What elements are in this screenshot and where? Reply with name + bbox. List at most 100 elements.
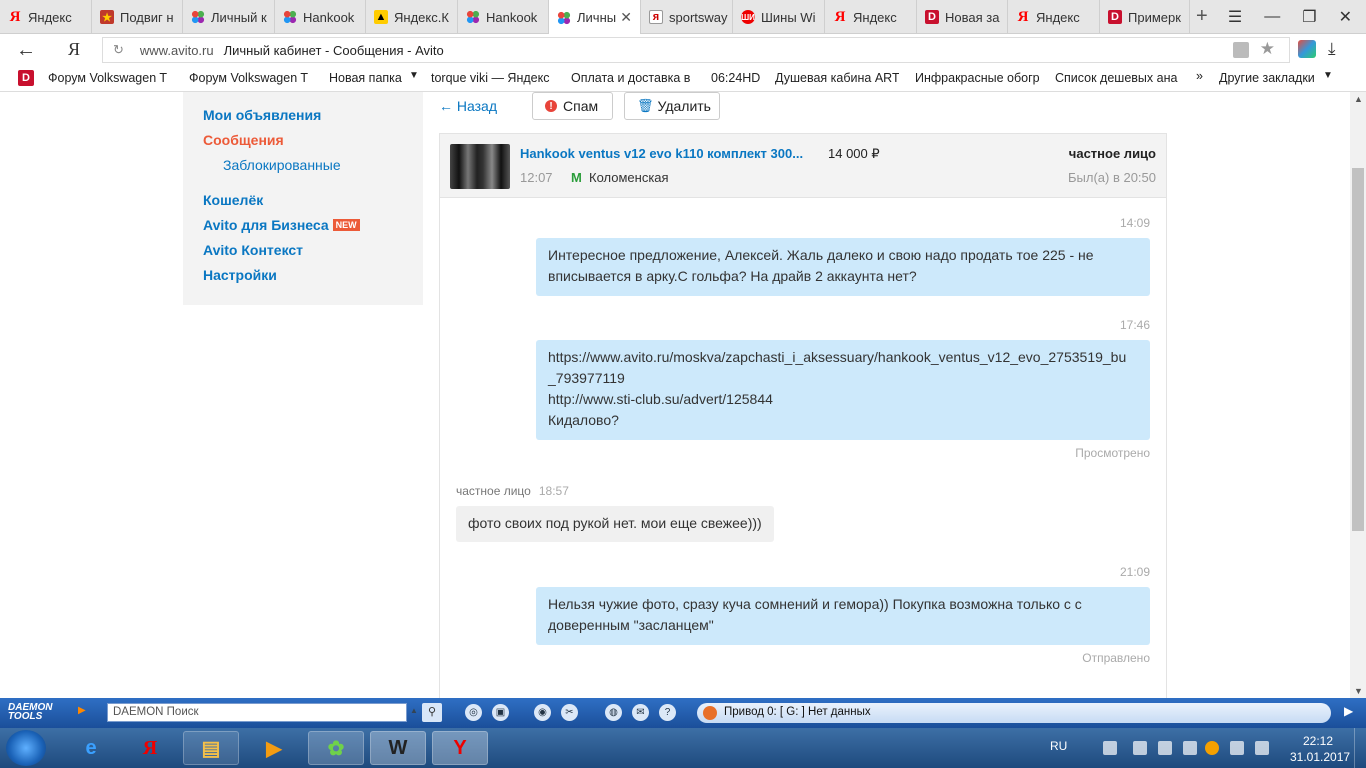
search-icon[interactable]: ⚲: [422, 703, 442, 722]
bookmark-item[interactable]: Форум Volkswagen T: [48, 71, 180, 85]
tray-flag-icon[interactable]: [1133, 741, 1147, 755]
bookmark-item[interactable]: 06:24HD: [711, 71, 771, 85]
ie-icon[interactable]: e: [63, 731, 119, 765]
mount-icon[interactable]: ◎: [465, 704, 482, 721]
tray-orange-icon[interactable]: [1205, 741, 1219, 755]
scrollbar-thumb[interactable]: [1352, 168, 1364, 531]
tab-tires[interactable]: ШИ Шины Wi: [733, 0, 825, 34]
tab-podvig[interactable]: ★ Подвиг н: [92, 0, 183, 34]
yandex-logo[interactable]: Я: [68, 39, 80, 60]
bookmark-item[interactable]: Оплата и доставка в: [571, 71, 691, 85]
url-field[interactable]: ↻ www.avito.ru Личный кабинет - Сообщени…: [102, 37, 1290, 63]
show-desktop-button[interactable]: [1354, 728, 1366, 768]
bookmark-item[interactable]: Инфракрасные обогр: [915, 71, 1039, 85]
tray-app-icon[interactable]: [1158, 741, 1172, 755]
ad-time: 12:07: [520, 170, 553, 185]
message-link[interactable]: https://www.avito.ru/moskva/zapchasti_i_…: [548, 347, 1138, 368]
bookmark-item[interactable]: Душевая кабина ART: [775, 71, 899, 85]
ad-title[interactable]: Hankook ventus v12 evo k110 комплект 300…: [520, 146, 810, 161]
star-icon[interactable]: ★: [1260, 39, 1275, 59]
sidebar-blocked[interactable]: Заблокированные: [223, 157, 341, 173]
explorer-icon[interactable]: ▤: [183, 731, 239, 765]
tab-hankook[interactable]: Hankook: [275, 0, 366, 34]
yandex-taskbar-icon[interactable]: Я: [122, 731, 178, 765]
clock[interactable]: 22:12 31.01.2017: [1290, 733, 1350, 765]
close-window-icon[interactable]: ✕: [1339, 7, 1352, 27]
message-status: Просмотрено: [1075, 446, 1150, 460]
globe-icon[interactable]: ◍: [605, 704, 622, 721]
back-arrow-icon[interactable]: ←: [16, 39, 36, 62]
tab-drive2-fit[interactable]: D Примерк: [1100, 0, 1190, 34]
delete-button[interactable]: 🗑 Удалить: [624, 92, 720, 120]
sidebar-messages[interactable]: Сообщения: [203, 132, 284, 148]
message-link[interactable]: http://www.sti-club.su/advert/125844: [548, 389, 1138, 410]
lock-icon[interactable]: [1233, 42, 1249, 58]
ad-thumbnail[interactable]: [450, 144, 510, 189]
message-time: 18:57: [538, 484, 569, 498]
icq-icon[interactable]: ✿: [308, 731, 364, 765]
drive2-bookmark-icon[interactable]: D: [18, 70, 34, 86]
restore-icon[interactable]: ❐: [1302, 7, 1316, 27]
tab-avito-messages[interactable]: Личны ✕: [549, 0, 641, 35]
tray-device-icon[interactable]: [1183, 741, 1197, 755]
close-tab-icon[interactable]: ✕: [620, 9, 632, 26]
bookmark-item[interactable]: torque viki — Яндекс: [431, 71, 555, 85]
disk-icon[interactable]: ▣: [492, 704, 509, 721]
tab-yandex[interactable]: Я Яндекс: [0, 0, 92, 34]
tab-sportsway[interactable]: я sportsway: [641, 0, 733, 34]
back-link[interactable]: ← Назад: [439, 98, 497, 114]
language-indicator[interactable]: RU: [1050, 739, 1067, 753]
network-icon[interactable]: [1230, 741, 1244, 755]
yandex-icon: Я: [9, 8, 21, 25]
tab-avito-cabinet[interactable]: Личный к: [183, 0, 275, 34]
message-time: 17:46: [1120, 318, 1151, 332]
sidebar-context[interactable]: Avito Контекст: [203, 242, 303, 258]
tab-yandex-maps[interactable]: ▲ Яндекс.К: [366, 0, 458, 34]
volume-icon[interactable]: [1255, 741, 1269, 755]
ad-header: Hankook ventus v12 evo k110 комплект 300…: [440, 134, 1166, 198]
bookmark-item[interactable]: Форум Volkswagen T: [189, 71, 313, 85]
tab-label: Новая за: [945, 9, 1000, 25]
sidebar-wallet[interactable]: Кошелёк: [203, 192, 263, 208]
extension-icon[interactable]: [1298, 40, 1316, 58]
other-bookmarks[interactable]: Другие закладки: [1219, 71, 1321, 85]
tab-yandex-2[interactable]: Я Яндекс: [825, 0, 917, 34]
sidebar-my-ads[interactable]: Мои объявления: [203, 107, 321, 123]
scroll-up-icon[interactable]: ▲: [1354, 94, 1363, 104]
yandex-browser-icon[interactable]: Y: [432, 731, 488, 765]
start-button[interactable]: [6, 730, 46, 766]
sidebar-settings[interactable]: Настройки: [203, 267, 277, 283]
new-tab-button[interactable]: +: [1196, 5, 1208, 28]
page-scrollbar[interactable]: ▲ ▼: [1350, 92, 1366, 698]
virtual-drive[interactable]: Привод 0: [ G: ] Нет данных: [697, 703, 1331, 723]
tab-label: Hankook: [486, 9, 538, 25]
sidebar-business[interactable]: Avito для Бизнеса NEW: [203, 217, 360, 233]
message-link-cont[interactable]: _793977119: [548, 368, 1138, 389]
tab-label: Примерк: [1128, 9, 1181, 25]
tab-hankook-2[interactable]: Hankook: [458, 0, 549, 34]
daemon-search-input[interactable]: DAEMON Поиск: [107, 703, 407, 722]
download-icon[interactable]: ⤓: [1328, 39, 1336, 59]
tab-drive2-new[interactable]: D Новая за: [917, 0, 1008, 34]
help-icon[interactable]: ?: [659, 704, 676, 721]
bookmark-folder[interactable]: Новая папка: [329, 71, 405, 85]
more-bookmarks-icon[interactable]: »: [1196, 69, 1203, 83]
daemon-menu-arrow-icon[interactable]: ▶: [78, 705, 86, 716]
reload-icon[interactable]: ↻: [113, 42, 124, 58]
tools-icon[interactable]: ✂: [561, 704, 578, 721]
tray-keyboard-icon[interactable]: [1103, 741, 1117, 755]
image-editor-icon[interactable]: ◉: [534, 704, 551, 721]
daemon-expand-icon[interactable]: ▶: [1344, 704, 1353, 718]
tab-yandex-3[interactable]: Я Яндекс: [1008, 0, 1100, 34]
chat-icon[interactable]: ✉: [632, 704, 649, 721]
search-dropdown-icon[interactable]: ▲: [410, 706, 418, 715]
menu-icon[interactable]: ☰: [1228, 7, 1242, 27]
world-of-tanks-icon[interactable]: W: [370, 731, 426, 765]
minimize-icon[interactable]: —: [1264, 8, 1280, 26]
daemon-tools-logo[interactable]: DAEMON TOOLS: [8, 703, 72, 722]
scroll-down-icon[interactable]: ▼: [1354, 686, 1363, 696]
ad-price: 14 000 ₽: [828, 146, 880, 161]
media-player-icon[interactable]: ▶: [246, 731, 302, 765]
spam-button[interactable]: ! Спам: [532, 92, 613, 120]
bookmark-item[interactable]: Список дешевых ана: [1055, 71, 1179, 85]
